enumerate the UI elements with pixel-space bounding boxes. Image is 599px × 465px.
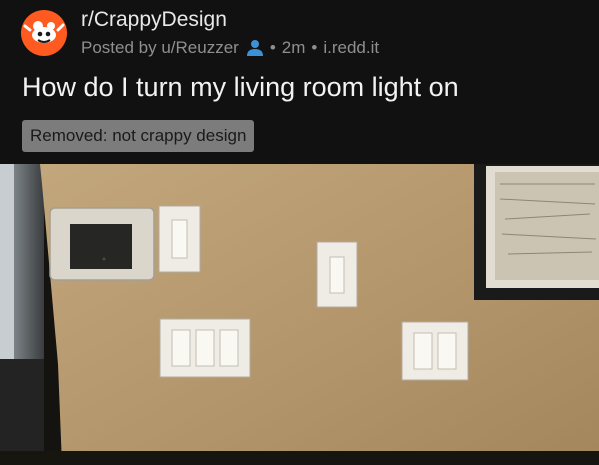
post-title[interactable]: How do I turn my living room light on bbox=[22, 72, 459, 103]
meta-separator: • bbox=[311, 38, 318, 57]
post-meta: Posted by u/Reuzzer • 2m • i.redd.it bbox=[81, 38, 379, 58]
thermostat bbox=[49, 207, 155, 281]
light-switch-double bbox=[401, 321, 469, 381]
subreddit-name[interactable]: r/CrappyDesign bbox=[81, 8, 227, 32]
crappydesign-subreddit-icon[interactable] bbox=[21, 10, 67, 56]
post-header: r/CrappyDesign Posted by u/Reuzzer • 2m … bbox=[0, 0, 599, 64]
light-switch-single-middle bbox=[316, 241, 358, 308]
light-switch-single-upper bbox=[158, 205, 201, 273]
framed-picture bbox=[474, 164, 599, 300]
user-icon bbox=[246, 39, 264, 57]
post-domain[interactable]: i.redd.it bbox=[323, 38, 379, 58]
wall-photo bbox=[0, 164, 599, 465]
meta-separator: • bbox=[269, 38, 276, 57]
post-image[interactable] bbox=[0, 164, 599, 465]
post-age: 2m bbox=[281, 38, 306, 57]
removal-badge: Removed: not crappy design bbox=[22, 120, 255, 152]
posted-by[interactable]: Posted by u/Reuzzer bbox=[81, 38, 239, 58]
reddit-post: r/CrappyDesign Posted by u/Reuzzer • 2m … bbox=[0, 0, 599, 465]
light-switch-triple bbox=[159, 318, 251, 378]
